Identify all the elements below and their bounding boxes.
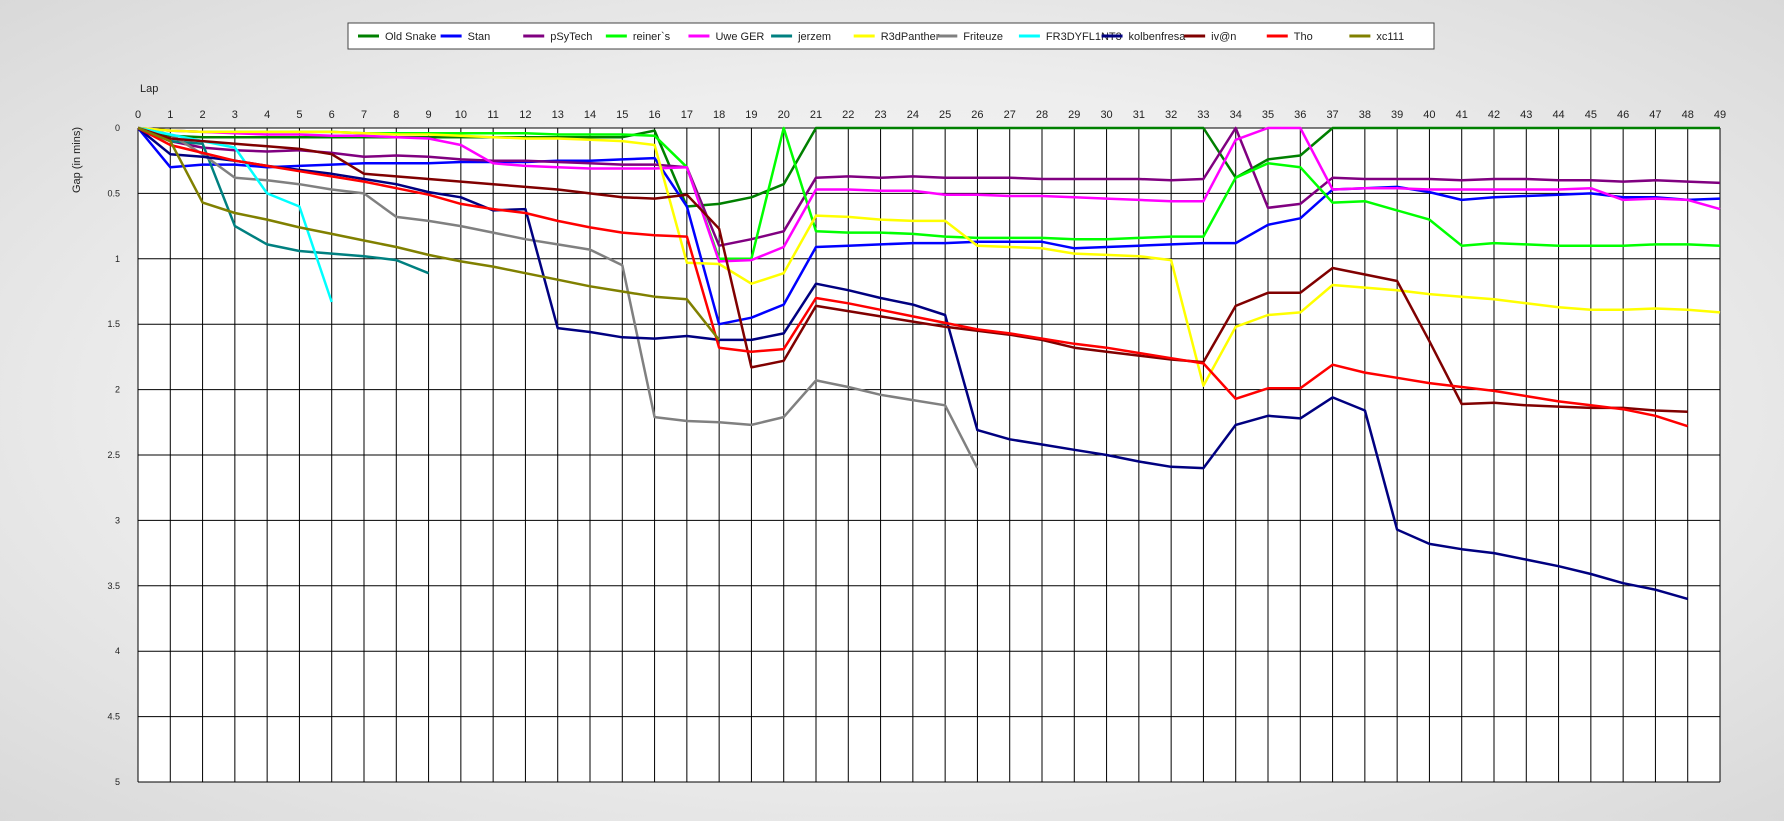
x-tick-label: 32 bbox=[1165, 109, 1177, 121]
legend-label: Tho bbox=[1294, 31, 1313, 43]
legend-label: Uwe GER bbox=[715, 31, 764, 43]
x-tick-label: 35 bbox=[1262, 109, 1274, 121]
x-tick-label: 1 bbox=[167, 109, 173, 121]
legend-label: Friteuze bbox=[963, 31, 1003, 43]
legend-label: xc111 bbox=[1376, 31, 1404, 43]
x-tick-label: 5 bbox=[296, 109, 302, 121]
x-tick-label: 26 bbox=[971, 109, 983, 121]
x-tick-label: 45 bbox=[1585, 109, 1597, 121]
x-tick-label: 7 bbox=[361, 109, 367, 121]
x-tick-label: 42 bbox=[1488, 109, 1500, 121]
lap-chart: Old Snake Stan pSyTech reiner`s Uwe GER jerze… bbox=[0, 0, 1784, 816]
y-tick-label: 2.5 bbox=[107, 450, 120, 460]
x-tick-label: 15 bbox=[616, 109, 628, 121]
y-tick-label: 1.5 bbox=[107, 319, 120, 329]
legend-label: Old Snake bbox=[385, 31, 436, 43]
y-tick-label: 4 bbox=[115, 646, 120, 656]
x-tick-label: 30 bbox=[1100, 109, 1112, 121]
x-tick-label: 21 bbox=[810, 109, 822, 121]
x-tick-label: 48 bbox=[1682, 109, 1694, 121]
y-axis-label: Gap (in mins) bbox=[71, 127, 83, 193]
x-tick-label: 3 bbox=[232, 109, 238, 121]
x-tick-label: 11 bbox=[487, 109, 498, 121]
x-tick-label: 43 bbox=[1520, 109, 1532, 121]
y-tick-label: 1 bbox=[115, 254, 120, 264]
x-tick-label: 36 bbox=[1294, 109, 1306, 121]
chart-svg: Old Snake Stan pSyTech reiner`s Uwe GER jerze… bbox=[71, 22, 1726, 787]
x-tick-label: 2 bbox=[200, 109, 206, 121]
x-tick-label: 44 bbox=[1552, 109, 1564, 121]
x-tick-label: 28 bbox=[1036, 109, 1048, 121]
y-tick-label: 5 bbox=[115, 777, 120, 787]
x-tick-label: 9 bbox=[426, 109, 432, 121]
x-tick-label: 40 bbox=[1423, 109, 1435, 121]
y-tick-label: 4.5 bbox=[107, 712, 120, 722]
x-tick-label: 37 bbox=[1326, 109, 1338, 121]
x-tick-label: 22 bbox=[842, 109, 854, 121]
y-tick-label: 0.5 bbox=[107, 188, 120, 198]
y-tick-label: 3.5 bbox=[107, 581, 120, 591]
legend-label: R3dPanther bbox=[881, 31, 940, 43]
legend-label: kolbenfresa bbox=[1129, 31, 1187, 43]
x-tick-label: 17 bbox=[681, 109, 693, 121]
x-tick-label: 38 bbox=[1359, 109, 1371, 121]
legend-label: jerzem bbox=[797, 31, 831, 43]
x-axis-label: Lap bbox=[140, 83, 158, 95]
x-tick-label: 47 bbox=[1649, 109, 1661, 121]
x-tick-label: 24 bbox=[907, 109, 919, 121]
x-tick-label: 0 bbox=[135, 109, 141, 121]
x-tick-label: 29 bbox=[1068, 109, 1080, 121]
x-tick-label: 31 bbox=[1133, 109, 1145, 121]
x-tick-label: 20 bbox=[778, 109, 790, 121]
legend-label: pSyTech bbox=[550, 31, 592, 43]
x-tick-label: 25 bbox=[939, 109, 951, 121]
legend: Old Snake Stan pSyTech reiner`s Uwe GER jerze… bbox=[347, 22, 1435, 50]
x-tick-label: 12 bbox=[519, 109, 531, 121]
x-tick-label: 41 bbox=[1456, 109, 1468, 121]
legend-label: iv@n bbox=[1211, 31, 1236, 43]
x-tick-label: 34 bbox=[1230, 109, 1242, 121]
x-tick-label: 39 bbox=[1391, 109, 1403, 121]
x-tick-label: 14 bbox=[584, 109, 596, 121]
y-tick-label: 3 bbox=[115, 515, 120, 525]
x-tick-label: 33 bbox=[1197, 109, 1209, 121]
x-tick-label: 19 bbox=[745, 109, 757, 121]
x-tick-label: 23 bbox=[874, 109, 886, 121]
y-tick-label: 2 bbox=[115, 385, 120, 395]
x-tick-label: 6 bbox=[329, 109, 335, 121]
x-tick-label: 4 bbox=[264, 109, 270, 121]
x-tick-label: 27 bbox=[1004, 109, 1016, 121]
legend-label: reiner`s bbox=[633, 31, 671, 43]
x-tick-label: 18 bbox=[713, 109, 725, 121]
x-tick-label: 16 bbox=[648, 109, 660, 121]
legend-label: Stan bbox=[468, 31, 491, 43]
x-tick-label: 10 bbox=[455, 109, 467, 121]
x-tick-label: 46 bbox=[1617, 109, 1629, 121]
x-tick-label: 13 bbox=[552, 109, 564, 121]
x-tick-label: 8 bbox=[393, 109, 399, 121]
x-tick-label: 49 bbox=[1714, 109, 1726, 121]
y-tick-label: 0 bbox=[115, 123, 120, 133]
